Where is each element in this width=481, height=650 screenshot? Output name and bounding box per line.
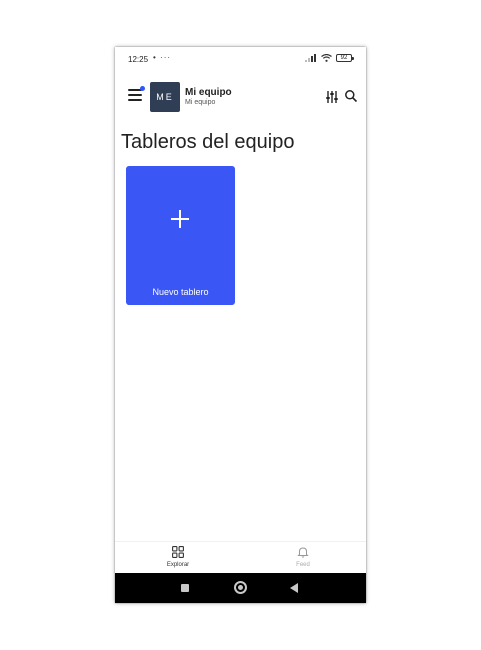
nav-label-explore: Explorar (166, 562, 190, 568)
notification-dot (140, 86, 145, 91)
search-button[interactable] (344, 89, 358, 103)
home-icon[interactable] (234, 581, 247, 594)
battery-icon: 92 (336, 54, 354, 62)
signal-icon (305, 54, 316, 62)
nav-label-feed: Feed (296, 562, 310, 568)
bottom-nav: Explorar Feed (115, 541, 366, 573)
menu-icon-line (128, 99, 142, 101)
menu-button[interactable] (128, 89, 142, 103)
nav-item-feed[interactable]: Feed (273, 546, 333, 568)
grid-icon (172, 546, 184, 558)
phone-screen: 12:25 • ··· 92 ME Mi equipo Mi equipo Ta… (115, 47, 366, 603)
team-subtitle: Mi equipo (185, 99, 216, 106)
filter-button[interactable] (325, 90, 339, 104)
system-nav-bar (115, 573, 366, 603)
bell-icon (297, 547, 309, 558)
status-time: 12:25 (128, 55, 149, 64)
new-board-card[interactable]: Nuevo tablero (126, 166, 235, 305)
recent-apps-icon[interactable] (181, 584, 189, 592)
new-board-label: Nuevo tablero (152, 287, 209, 297)
nav-item-explore[interactable]: Explorar (148, 546, 208, 568)
status-bar: 12:25 • ··· 92 (115, 47, 366, 73)
search-icon (345, 90, 358, 103)
wifi-icon (321, 54, 332, 62)
team-name[interactable]: Mi equipo (185, 87, 232, 98)
app-header: ME Mi equipo Mi equipo (115, 81, 366, 113)
status-icons: 92 (305, 54, 354, 62)
page-title: Tableros del equipo (121, 131, 295, 153)
plus-icon (171, 210, 189, 228)
team-avatar[interactable]: ME (150, 82, 180, 112)
status-notifications: • ··· (153, 53, 172, 62)
back-icon[interactable] (290, 583, 298, 593)
filter-icon (326, 91, 338, 103)
menu-icon-line (128, 94, 142, 96)
